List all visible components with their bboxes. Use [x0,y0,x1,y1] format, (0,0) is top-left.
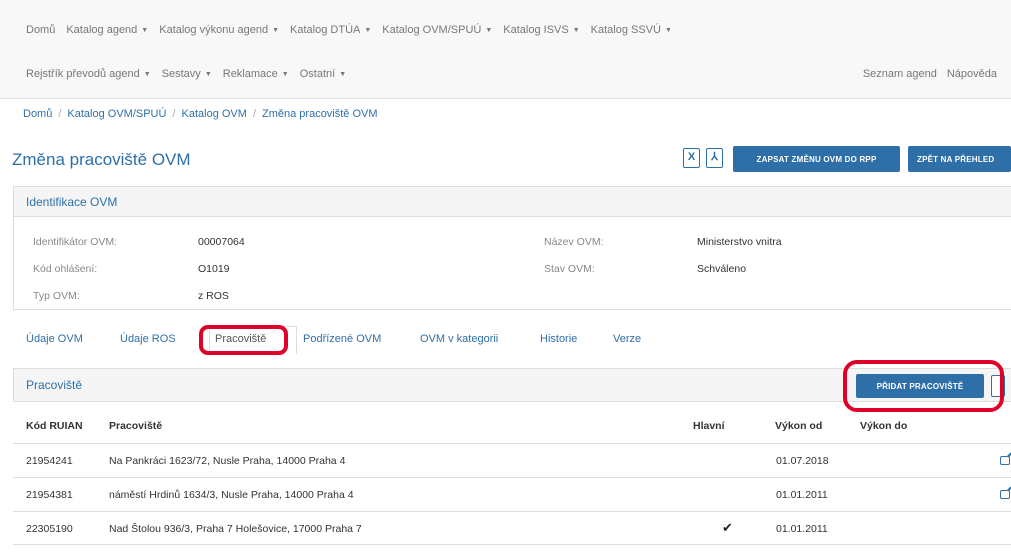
breadcrumb-separator: / [172,108,176,120]
top-navbar: Domů Katalog agend ▼ Katalog výkonu agend… [0,0,1011,99]
nav-katalog-ovm-spuu[interactable]: Katalog OVM/SPUÚ ▼ [382,24,492,36]
cell-address: náměstí Hrdinů 1634/3, Nusle Praha, 1400… [109,489,354,501]
nav-katalog-agend[interactable]: Katalog agend ▼ [66,24,148,36]
caret-down-icon: ▼ [664,26,672,34]
highlight-ring-add-button [843,360,1004,412]
nav-label: Katalog výkonu agend [159,24,269,36]
nav-label: Rejstřík převodů agend [26,68,140,80]
nav-label: Katalog OVM/SPUÚ [382,24,482,36]
tab-historie[interactable]: Historie [540,333,577,345]
cell-from: 01.07.2018 [776,455,829,467]
caret-down-icon: ▼ [204,70,212,78]
highlight-ring-tab [199,325,288,355]
column-header-to: Výkon do [860,420,908,432]
state-label: Stav OVM: [544,263,595,275]
nav-label: Katalog DTÚA [290,24,361,36]
table-row: 21954241 Na Pankráci 1623/72, Nusle Prah… [13,443,1011,477]
table-row: 21954381 náměstí Hrdinů 1634/3, Nusle Pr… [13,477,1011,511]
code-value: O1019 [198,263,230,275]
xls-export-icon[interactable]: X [683,148,700,168]
type-value: z ROS [198,290,229,302]
nav-label: Katalog SSVÚ [590,24,661,36]
breadcrumb-katalog-ovm[interactable]: Katalog OVM [182,108,247,120]
nav-katalog-ssvu[interactable]: Katalog SSVÚ ▼ [591,24,672,36]
nav-home[interactable]: Domů [26,24,55,36]
check-icon: ✔ [722,520,733,535]
code-label: Kód ohlášení: [33,263,98,275]
caret-down-icon: ▼ [143,70,151,78]
tab-ovm-v-kategorii[interactable]: OVM v kategorii [420,333,498,345]
nav-label: Ostatní [299,68,336,80]
nav-sestavy[interactable]: Sestavy ▼ [162,68,212,80]
cell-address: Nad Štolou 936/3, Praha 7 Holešovice, 17… [109,523,362,535]
nav-napoveda[interactable]: Nápověda [947,68,997,80]
nav-label: Katalog agend [66,24,138,36]
nav-label: Reklamace [222,68,278,80]
cell-from: 01.01.2011 [776,489,828,501]
name-label: Název OVM: [544,236,604,248]
nav-label: Sestavy [161,68,201,80]
column-header-main: Hlavní [693,420,725,432]
caret-down-icon: ▼ [364,26,372,34]
name-value: Ministerstvo vnitra [697,236,782,248]
identification-panel-body [13,216,1011,310]
id-label: Identifikátor OVM: [33,236,118,248]
column-header-from: Výkon od [775,420,823,432]
cell-ruian: 21954241 [26,455,73,467]
nav-katalog-dtua[interactable]: Katalog DTÚA ▼ [290,24,371,36]
type-label: Typ OVM: [33,290,80,302]
caret-down-icon: ▼ [485,26,493,34]
breadcrumb-home[interactable]: Domů [23,108,52,120]
breadcrumb-separator: / [252,108,256,120]
column-header-ruian: Kód RUIAN [26,420,83,432]
nav-katalog-vykonu-agend[interactable]: Katalog výkonu agend ▼ [159,24,279,36]
caret-down-icon: ▼ [281,70,289,78]
tab-udaje-ovm[interactable]: Údaje OVM [26,333,83,345]
nav-reklamace[interactable]: Reklamace ▼ [223,68,289,80]
cell-ruian: 22305190 [26,523,73,535]
cell-ruian: 21954381 [26,489,73,501]
caret-down-icon: ▼ [272,26,280,34]
identification-panel-heading: Identifikace OVM [13,186,1011,217]
workplaces-heading: Pracoviště [26,378,83,392]
back-to-overview-button[interactable]: ZPĚT NA PŘEHLED [908,146,1011,172]
tab-udaje-ros[interactable]: Údaje ROS [120,333,176,345]
page-title: Změna pracoviště OVM [12,150,191,169]
caret-down-icon: ▼ [141,26,149,34]
nav-katalog-isvs[interactable]: Katalog ISVS ▼ [503,24,579,36]
table-row: 22305190 Nad Štolou 936/3, Praha 7 Holeš… [13,511,1011,545]
nav-seznam-agend[interactable]: Seznam agend [863,68,937,80]
nav-label: Katalog ISVS [503,24,569,36]
breadcrumb: Domů / Katalog OVM/SPUÚ / Katalog OVM / … [13,101,1011,127]
pdf-export-icon[interactable]: ⅄ [706,148,723,168]
nav-right: Seznam agend Nápověda [853,64,997,84]
breadcrumb-current: Změna pracoviště OVM [262,108,378,120]
cell-address: Na Pankráci 1623/72, Nusle Praha, 14000 … [109,455,346,467]
breadcrumb-katalog-ovm-spuu[interactable]: Katalog OVM/SPUÚ [67,108,166,120]
edit-icon[interactable] [1000,456,1010,465]
nav-row-2: Rejstřík převodů agend ▼ Sestavy ▼ Reklama… [26,64,357,84]
nav-rejstrik-prevodu[interactable]: Rejstřík převodů agend ▼ [26,68,151,80]
breadcrumb-separator: / [58,108,62,120]
edit-icon[interactable] [1000,490,1010,499]
nav-row-1: Domů Katalog agend ▼ Katalog výkonu agend… [26,20,683,40]
tab-verze[interactable]: Verze [613,333,641,345]
caret-down-icon: ▼ [572,26,580,34]
cell-from: 01.01.2011 [776,523,828,535]
state-value: Schváleno [697,263,747,275]
identification-heading: Identifikace OVM [26,194,118,209]
tab-bar: Údaje OVM Údaje ROS Pracoviště Podřízené… [13,326,1011,354]
column-header-workplace: Pracoviště [109,420,163,432]
caret-down-icon: ▼ [339,70,347,78]
tab-podrizene-ovm[interactable]: Podřízené OVM [303,333,381,345]
nav-ostatni[interactable]: Ostatní ▼ [300,68,346,80]
save-change-button[interactable]: ZAPSAT ZMĚNU OVM DO RPP [733,146,900,172]
id-value: 00007064 [198,236,245,248]
